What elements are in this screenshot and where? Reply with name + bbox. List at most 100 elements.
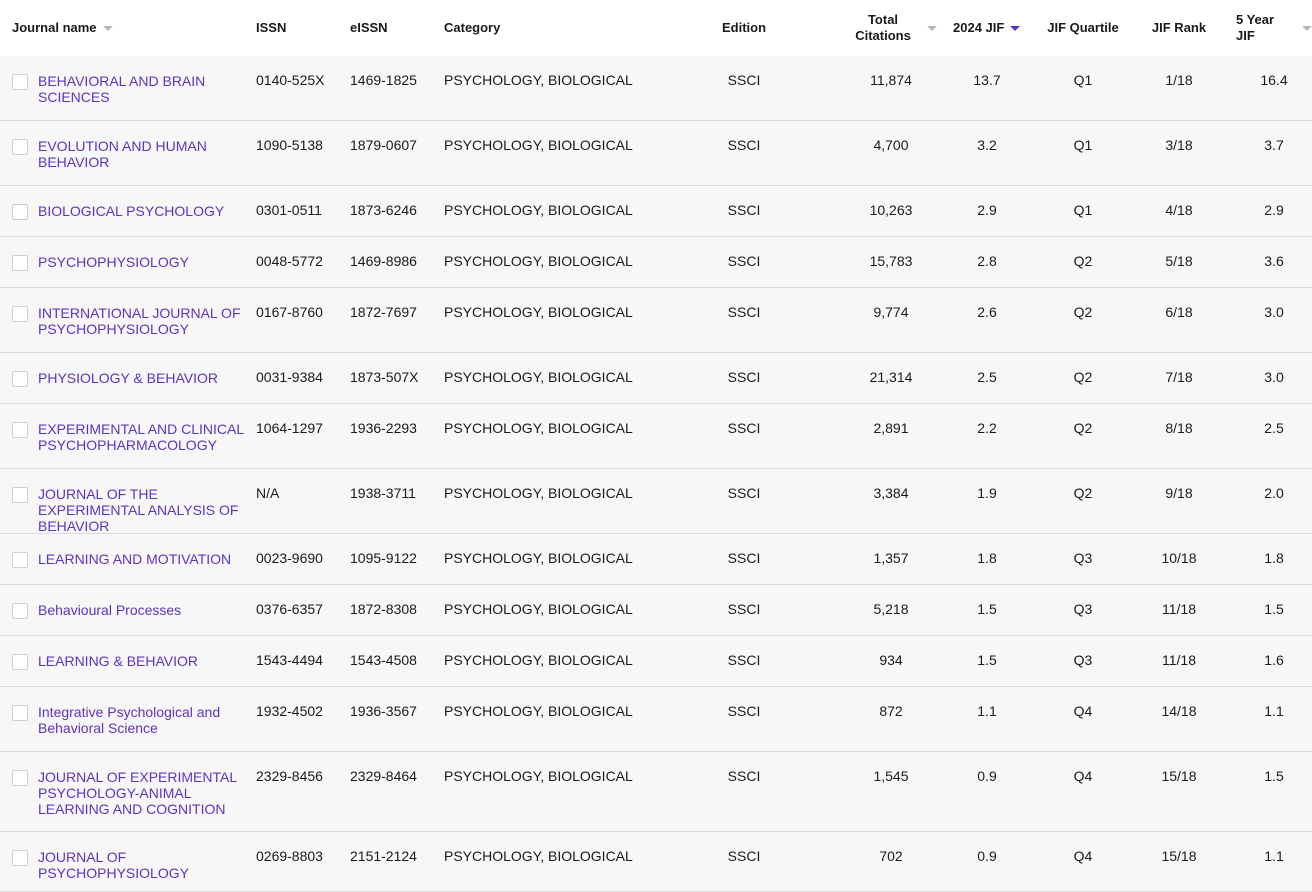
edition-cell: SSCI xyxy=(727,137,761,153)
journal-name-link[interactable]: LEARNING AND MOTIVATION xyxy=(38,551,256,567)
five-year-jif-cell: 1.5 xyxy=(1264,768,1284,784)
jif-rank-cell: 11/18 xyxy=(1162,601,1196,617)
row-select-checkbox[interactable] xyxy=(12,371,28,387)
jif-rank-cell: 10/18 xyxy=(1161,550,1197,566)
five-year-jif-cell: 1.1 xyxy=(1264,848,1284,864)
eissn-cell: 1873-507X xyxy=(350,369,419,385)
category-cell: PSYCHOLOGY, BIOLOGICAL xyxy=(444,652,633,668)
table-row: EXPERIMENTAL AND CLINICAL PSYCHOPHARMACO… xyxy=(0,404,1312,469)
eissn-cell: 1095-9122 xyxy=(350,550,417,566)
col-header-issn[interactable]: ISSN xyxy=(256,0,336,56)
sort-caret-icon[interactable] xyxy=(927,25,937,31)
jif-rank-cell: 11/18 xyxy=(1162,652,1196,668)
five-year-jif-cell: 16.4 xyxy=(1260,72,1288,88)
total-citations-cell: 5,218 xyxy=(873,601,909,617)
eissn-cell: 1469-8986 xyxy=(350,253,417,269)
journal-name-link[interactable]: EVOLUTION AND HUMAN BEHAVIOR xyxy=(38,138,256,170)
category-cell: PSYCHOLOGY, BIOLOGICAL xyxy=(444,485,633,501)
journal-name-link[interactable]: BIOLOGICAL PSYCHOLOGY xyxy=(38,203,256,219)
eissn-cell: 1936-2293 xyxy=(350,420,417,436)
col-header-edition[interactable]: Edition xyxy=(704,0,784,56)
col-header-label: JIF Rank xyxy=(1151,20,1207,35)
row-select-checkbox[interactable] xyxy=(12,255,28,271)
table-row: LEARNING & BEHAVIOR 1543-4494 1543-4508 PSY… xyxy=(0,636,1312,687)
issn-cell: 1090-5138 xyxy=(256,137,323,153)
journal-name-link[interactable]: JOURNAL OF PSYCHOPHYSIOLOGY xyxy=(38,849,256,881)
total-citations-cell: 11,874 xyxy=(870,72,912,88)
table-row: EVOLUTION AND HUMAN BEHAVIOR 1090-5138 187… xyxy=(0,121,1312,186)
jif-rank-cell: 14/18 xyxy=(1161,703,1197,719)
edition-cell: SSCI xyxy=(727,848,761,864)
category-cell: PSYCHOLOGY, BIOLOGICAL xyxy=(444,304,633,320)
col-header-total-citations[interactable]: Total Citations xyxy=(845,0,945,56)
row-select-checkbox[interactable] xyxy=(12,552,28,568)
category-cell: PSYCHOLOGY, BIOLOGICAL xyxy=(444,848,633,864)
journal-name-link[interactable]: JOURNAL OF THE EXPERIMENTAL ANALYSIS OF … xyxy=(38,486,256,534)
row-select-checkbox[interactable] xyxy=(12,705,28,721)
eissn-cell: 2329-8464 xyxy=(350,768,417,784)
row-select-checkbox[interactable] xyxy=(12,139,28,155)
jif-rank-cell: 6/18 xyxy=(1165,304,1193,320)
col-header-journal-name[interactable]: Journal name xyxy=(12,0,242,56)
journal-name-link[interactable]: LEARNING & BEHAVIOR xyxy=(38,653,256,669)
jif-rank-cell: 7/18 xyxy=(1165,369,1193,385)
jif-2024-cell: 1.5 xyxy=(977,601,997,617)
col-header-jif-rank[interactable]: JIF Rank xyxy=(1142,0,1216,56)
col-header-category[interactable]: Category xyxy=(444,0,644,56)
journal-name-link[interactable]: Behavioural Processes xyxy=(38,602,256,618)
total-citations-cell: 15,783 xyxy=(869,253,913,269)
jif-quartile-cell: Q1 xyxy=(1073,137,1093,153)
jif-quartile-cell: Q4 xyxy=(1073,703,1093,719)
row-select-checkbox[interactable] xyxy=(12,74,28,90)
edition-cell: SSCI xyxy=(727,253,761,269)
row-select-checkbox[interactable] xyxy=(12,654,28,670)
row-select-checkbox[interactable] xyxy=(12,422,28,438)
jif-2024-cell: 3.2 xyxy=(977,137,997,153)
jif-quartile-cell: Q2 xyxy=(1073,369,1093,385)
jif-quartile-cell: Q2 xyxy=(1073,485,1093,501)
edition-cell: SSCI xyxy=(727,420,761,436)
col-header-jif-quartile[interactable]: JIF Quartile xyxy=(1040,0,1126,56)
journal-name-link[interactable]: PHYSIOLOGY & BEHAVIOR xyxy=(38,370,256,386)
total-citations-cell: 872 xyxy=(879,703,903,719)
row-select-checkbox[interactable] xyxy=(12,204,28,220)
journal-name-link[interactable]: PSYCHOPHYSIOLOGY xyxy=(38,254,256,270)
jif-2024-cell: 2.8 xyxy=(977,253,997,269)
journal-name-link[interactable]: EXPERIMENTAL AND CLINICAL PSYCHOPHARMACO… xyxy=(38,421,256,453)
issn-cell: 0167-8760 xyxy=(256,304,323,320)
journal-name-link[interactable]: INTERNATIONAL JOURNAL OF PSYCHOPHYSIOLOG… xyxy=(38,305,256,337)
issn-cell: 0048-5772 xyxy=(256,253,323,269)
row-select-checkbox[interactable] xyxy=(12,306,28,322)
eissn-cell: 1936-3567 xyxy=(350,703,417,719)
row-select-checkbox[interactable] xyxy=(12,603,28,619)
five-year-jif-cell: 2.5 xyxy=(1264,420,1284,436)
journal-name-link[interactable]: BEHAVIORAL AND BRAIN SCIENCES xyxy=(38,73,256,105)
five-year-jif-cell: 3.7 xyxy=(1264,137,1284,153)
issn-cell: 0031-9384 xyxy=(256,369,323,385)
jif-rank-cell: 4/18 xyxy=(1165,202,1193,218)
jif-2024-cell: 13.7 xyxy=(973,72,1001,88)
edition-cell: SSCI xyxy=(727,304,761,320)
edition-cell: SSCI xyxy=(727,703,761,719)
journal-name-link[interactable]: Integrative Psychological and Behavioral… xyxy=(38,704,256,736)
jif-2024-cell: 1.5 xyxy=(977,652,997,668)
category-cell: PSYCHOLOGY, BIOLOGICAL xyxy=(444,72,633,88)
row-select-checkbox[interactable] xyxy=(12,487,28,503)
five-year-jif-cell: 2.9 xyxy=(1264,202,1284,218)
col-header-label: ISSN xyxy=(256,20,287,35)
col-header-5-year-jif[interactable]: 5 Year JIF xyxy=(1236,0,1312,56)
eissn-cell: 1872-8308 xyxy=(350,601,417,617)
sort-caret-icon[interactable] xyxy=(102,25,113,31)
journal-name-link[interactable]: JOURNAL OF EXPERIMENTAL PSYCHOLOGY-ANIMA… xyxy=(38,769,256,817)
table-row: PHYSIOLOGY & BEHAVIOR 0031-9384 1873-507X P… xyxy=(0,353,1312,404)
five-year-jif-cell: 1.1 xyxy=(1264,703,1284,719)
category-cell: PSYCHOLOGY, BIOLOGICAL xyxy=(444,369,633,385)
col-header-2024-jif[interactable]: 2024 JIF xyxy=(953,0,1033,56)
col-header-eissn[interactable]: eISSN xyxy=(350,0,430,56)
category-cell: PSYCHOLOGY, BIOLOGICAL xyxy=(444,253,633,269)
sort-caret-icon[interactable] xyxy=(1302,25,1312,31)
sort-descending-icon[interactable] xyxy=(1010,25,1021,31)
table-row: Integrative Psychological and Behavioral… xyxy=(0,687,1312,752)
row-select-checkbox[interactable] xyxy=(12,850,28,866)
row-select-checkbox[interactable] xyxy=(12,770,28,786)
